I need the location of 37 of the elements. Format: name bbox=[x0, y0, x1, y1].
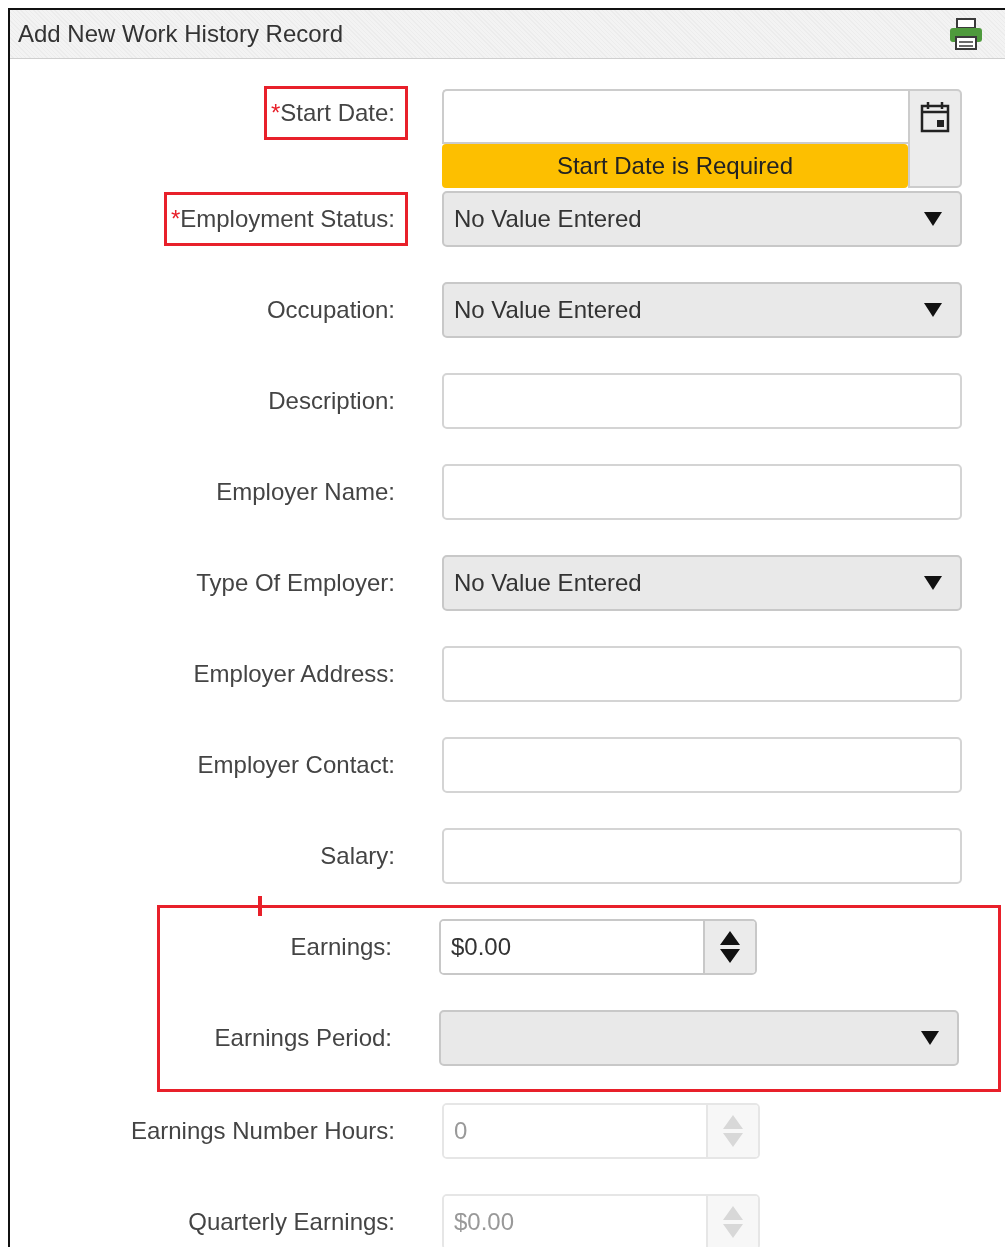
window-title: Add New Work History Record bbox=[18, 20, 343, 48]
caret-icon bbox=[924, 303, 942, 317]
number-field[interactable]: $0.00 bbox=[439, 919, 757, 975]
field-label: Employer Name: bbox=[215, 477, 396, 507]
field-label: Quarterly Earnings: bbox=[187, 1207, 396, 1237]
field-label: Employer Address: bbox=[192, 659, 396, 689]
field-label: *Start Date: bbox=[263, 86, 408, 140]
dropdown[interactable]: No Value Entered bbox=[442, 191, 962, 247]
field-label: Employer Contact: bbox=[196, 750, 396, 780]
field-label: Type Of Employer: bbox=[195, 568, 396, 598]
text-field[interactable] bbox=[442, 828, 962, 884]
text-field[interactable] bbox=[442, 737, 962, 793]
printer-icon[interactable] bbox=[949, 18, 983, 50]
caret-icon bbox=[924, 576, 942, 590]
caret-icon bbox=[921, 1031, 939, 1045]
dropdown[interactable]: No Value Entered bbox=[442, 282, 962, 338]
text-field[interactable] bbox=[442, 464, 962, 520]
date-field[interactable] bbox=[442, 89, 908, 144]
spinner-icon bbox=[720, 931, 740, 963]
spinner-icon bbox=[723, 1115, 743, 1147]
dropdown[interactable] bbox=[439, 1010, 959, 1066]
field-label: Description: bbox=[267, 386, 396, 416]
field-label: Earnings Period: bbox=[213, 1023, 393, 1053]
field-label: Occupation: bbox=[265, 295, 396, 325]
field-label: *Employment Status: bbox=[163, 192, 408, 246]
error-tooltip: Start Date is Required bbox=[442, 144, 908, 188]
caret-icon bbox=[924, 212, 942, 226]
calendar-button[interactable] bbox=[908, 89, 962, 188]
field-label: Salary: bbox=[319, 841, 396, 871]
calendar-icon bbox=[920, 101, 950, 133]
field-label: Earnings Number Hours: bbox=[129, 1116, 396, 1146]
spinner-icon bbox=[723, 1206, 743, 1238]
text-field[interactable] bbox=[442, 646, 962, 702]
field-label: Earnings: bbox=[289, 932, 393, 962]
dropdown[interactable]: No Value Entered bbox=[442, 555, 962, 611]
spinner-button[interactable] bbox=[703, 921, 755, 973]
text-field[interactable] bbox=[442, 373, 962, 429]
